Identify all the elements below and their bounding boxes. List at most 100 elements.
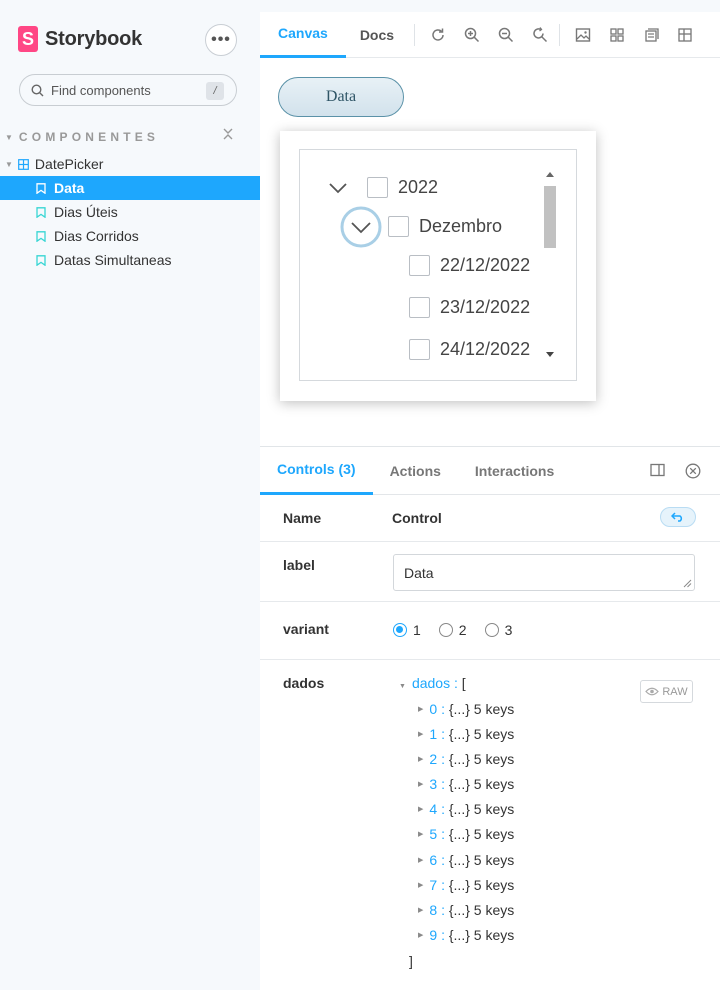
controls-header-row: Name Control	[260, 495, 720, 542]
caret-down-icon: ▼	[399, 683, 406, 690]
json-item-key: 7	[429, 877, 438, 893]
panel-orientation-icon[interactable]	[650, 463, 665, 477]
header-control: Control	[392, 510, 442, 526]
addon-tabs: Controls (3) Actions Interactions	[260, 447, 720, 495]
caret-right-icon: ▶	[418, 806, 424, 813]
json-root-open: [	[461, 675, 466, 691]
json-item[interactable]: ▶ 6 : {...} 5 keys	[418, 852, 514, 868]
label-textarea[interactable]: Data	[393, 554, 695, 591]
variant-radio-3[interactable]	[484, 623, 499, 637]
bookmark-icon	[36, 182, 46, 194]
variant-radio-1[interactable]	[393, 623, 407, 637]
month-label: Dezembro	[419, 216, 503, 236]
section-componentes[interactable]: ▼ COMPONENTES	[5, 128, 237, 144]
outline-icon[interactable]	[634, 12, 668, 58]
datepicker-popup: 2022 Dezembro 22/12/2022 23/12/2022 24/1…	[280, 131, 596, 401]
json-item[interactable]: ▶ 0 : {...} 5 keys	[418, 701, 514, 717]
json-item[interactable]: ▶ 1 : {...} 5 keys	[418, 726, 514, 742]
search-icon	[31, 83, 44, 96]
tab-actions[interactable]: Actions	[373, 447, 458, 495]
control-name: variant	[283, 621, 329, 637]
tree-node-day[interactable]: 22/12/2022	[409, 255, 530, 276]
main-panel: Canvas Docs Data 2022 Dezembro 22/12/202…	[260, 12, 720, 990]
json-root[interactable]: ▼ dados : [	[399, 675, 466, 691]
reset-controls-button[interactable]	[660, 507, 696, 527]
collapse-all-icon[interactable]	[223, 128, 233, 143]
zoom-out-icon[interactable]	[489, 12, 523, 58]
tab-controls[interactable]: Controls (3)	[260, 447, 373, 495]
viewport-icon[interactable]	[668, 12, 702, 58]
json-item[interactable]: ▶ 8 : {...} 5 keys	[418, 902, 514, 918]
json-item-key: 1	[429, 726, 438, 742]
json-item-key: 0	[429, 701, 438, 717]
sidebar-item-data[interactable]: Data	[0, 176, 260, 200]
caret-right-icon: ▶	[418, 882, 424, 889]
background-icon[interactable]	[566, 12, 600, 58]
day-label: 23/12/2022	[440, 297, 531, 317]
raw-label: RAW	[662, 685, 688, 698]
resize-handle-icon[interactable]	[683, 579, 692, 588]
search-input[interactable]: Find components /	[19, 74, 237, 106]
chevron-down-focused-icon[interactable]	[339, 205, 383, 249]
json-item-summary: {...}	[448, 826, 470, 842]
caret-right-icon: ▶	[418, 932, 424, 939]
json-item-count: 5 keys	[473, 877, 515, 893]
scroll-down-icon[interactable]	[545, 350, 555, 358]
json-item-count: 5 keys	[473, 751, 515, 767]
ellipsis-icon: •••	[211, 31, 231, 48]
grid-icon[interactable]	[600, 12, 634, 58]
tree-node-day[interactable]: 23/12/2022	[409, 297, 530, 318]
json-item-summary: {...}	[448, 801, 470, 817]
tab-docs[interactable]: Docs	[346, 12, 412, 58]
caret-down-icon: ▼	[5, 132, 13, 142]
scroll-thumb[interactable]	[544, 186, 556, 248]
zoom-reset-icon[interactable]	[523, 12, 557, 58]
scroll-up-icon[interactable]	[545, 171, 555, 179]
undo-icon	[671, 512, 683, 522]
control-name: dados	[283, 675, 325, 691]
year-checkbox[interactable]	[367, 177, 388, 198]
zoom-in-icon[interactable]	[455, 12, 489, 58]
reload-icon[interactable]	[421, 12, 455, 58]
json-item[interactable]: ▶ 4 : {...} 5 keys	[418, 801, 514, 817]
tree-scrollbar[interactable]	[542, 168, 558, 364]
tree-group-datepicker[interactable]: ▼ DatePicker	[5, 155, 103, 173]
day-checkbox[interactable]	[409, 255, 430, 276]
menu-button[interactable]: •••	[205, 24, 237, 56]
json-item[interactable]: ▶ 7 : {...} 5 keys	[418, 877, 514, 893]
toolbar-divider	[414, 23, 416, 46]
variant-radio-group: 1 2 3	[393, 622, 530, 638]
tab-interactions[interactable]: Interactions	[458, 447, 571, 495]
day-checkbox[interactable]	[409, 297, 430, 318]
sidebar-item-dias-uteis[interactable]: Dias Úteis	[0, 200, 260, 224]
brand[interactable]: S Storybook	[18, 26, 142, 52]
variant-option-label: 3	[504, 622, 513, 638]
chevron-down-icon[interactable]	[328, 182, 348, 194]
addons-panel: Controls (3) Actions Interactions Name C…	[260, 446, 720, 990]
variant-radio-2[interactable]	[438, 623, 453, 637]
tree-node-year[interactable]: 2022	[367, 177, 438, 198]
month-checkbox[interactable]	[388, 216, 409, 237]
sidebar-item-dias-corridos[interactable]: Dias Corridos	[0, 224, 260, 248]
day-checkbox[interactable]	[409, 339, 430, 360]
sidebar-item-datas-simultaneas[interactable]: Datas Simultaneas	[0, 248, 260, 272]
json-item[interactable]: ▶ 5 : {...} 5 keys	[418, 826, 514, 842]
day-label: 22/12/2022	[440, 255, 531, 275]
raw-button[interactable]: RAW	[640, 680, 693, 703]
json-item-count: 5 keys	[473, 801, 515, 817]
sidebar-item-label: Dias Úteis	[54, 204, 118, 220]
tab-canvas[interactable]: Canvas	[260, 12, 346, 58]
json-item[interactable]: ▶ 9 : {...} 5 keys	[418, 927, 514, 943]
json-item-key: 4	[429, 801, 438, 817]
bookmark-icon	[36, 230, 46, 242]
json-item[interactable]: ▶ 2 : {...} 5 keys	[418, 751, 514, 767]
tree-node-day[interactable]: 24/12/2022	[409, 339, 530, 360]
close-panel-icon[interactable]	[685, 463, 701, 479]
tree-node-month[interactable]: Dezembro	[388, 216, 502, 237]
json-item[interactable]: ▶ 3 : {...} 5 keys	[418, 776, 514, 792]
datepicker-button[interactable]: Data	[278, 77, 404, 117]
json-item-summary: {...}	[448, 877, 470, 893]
json-item-count: 5 keys	[473, 776, 515, 792]
json-item-count: 5 keys	[473, 852, 515, 868]
variant-option-label: 2	[458, 622, 467, 638]
